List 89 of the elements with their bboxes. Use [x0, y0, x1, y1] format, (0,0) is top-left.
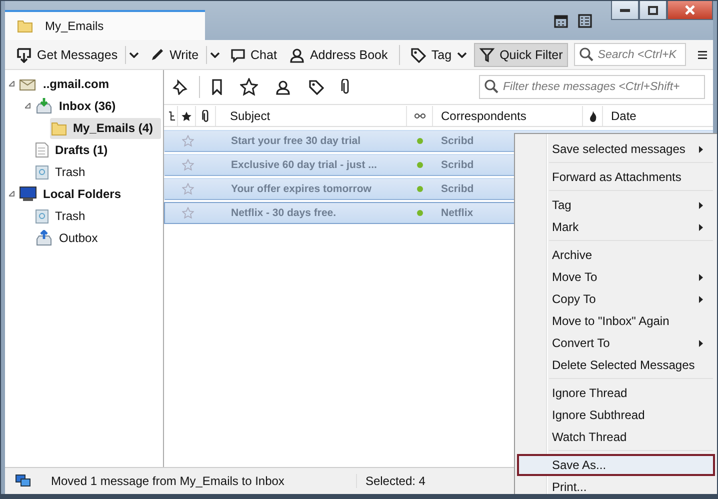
person-icon[interactable] [275, 79, 291, 95]
folder-item[interactable]: Drafts (1) [34, 140, 112, 160]
table-cell-text: Scribd [440, 135, 474, 147]
folder-icon [51, 120, 67, 136]
star-icon[interactable] [182, 183, 194, 195]
maximize-button[interactable] [639, 1, 667, 20]
menu-item[interactable]: Move To [517, 266, 715, 288]
star-icon[interactable] [181, 110, 192, 122]
table-cell-text: Start your free 30 day trial [230, 135, 362, 147]
table-cell-text: Netflix - 30 days free. [230, 207, 338, 219]
menu-item[interactable]: Save As... [517, 454, 715, 476]
minimize-button[interactable] [611, 1, 639, 20]
filter-field[interactable]: Filter these messages <Ctrl+Shift+ [479, 75, 705, 99]
paperclip-icon[interactable] [202, 110, 210, 122]
toolbar-button[interactable]: Address Book [284, 42, 393, 66]
table-cell-text: Your offer expires tomorrow [230, 183, 372, 195]
calendar-icon[interactable] [554, 14, 568, 28]
folder-item[interactable]: Inbox (36) [34, 96, 120, 116]
chat-bubble-icon [230, 46, 246, 62]
menu-item[interactable]: Print... [517, 476, 715, 494]
flame-icon[interactable] [588, 110, 596, 122]
status-dot-icon [417, 186, 423, 192]
folder-item[interactable]: Trash [34, 206, 90, 226]
menu-item[interactable]: Delete Selected Messages [517, 354, 715, 376]
download-icon [16, 46, 32, 62]
star-icon[interactable] [182, 207, 194, 219]
close-button[interactable] [667, 1, 713, 20]
minimize-icon [620, 8, 630, 12]
thread-icon[interactable] [168, 110, 176, 122]
folder-item[interactable]: My_Emails (4) [50, 118, 162, 138]
star-icon[interactable] [240, 78, 258, 96]
table-cell-text: Scribd [440, 159, 474, 171]
column-header[interactable]: Correspondents [433, 106, 583, 126]
folder-item[interactable]: Trash [34, 162, 90, 182]
toolbar-button[interactable]: Get Messages [11, 42, 123, 66]
search-field[interactable]: Search <Ctrl+K [574, 43, 686, 66]
menu-item[interactable]: Copy To [517, 288, 715, 310]
status-message: Moved 1 message from My_Emails to Inbox [51, 474, 284, 488]
inbox-icon [35, 98, 53, 114]
maximize-icon [648, 6, 658, 14]
menu-item[interactable]: Watch Thread [517, 426, 715, 448]
star-icon[interactable] [182, 135, 194, 147]
menu-item[interactable]: Ignore Subthread [517, 404, 715, 426]
quick-filter-button[interactable]: Quick Filter [474, 42, 568, 66]
status-dot-icon [417, 162, 423, 168]
paperclip-icon[interactable] [341, 79, 351, 95]
outbox-icon [35, 230, 53, 246]
tag-icon[interactable] [308, 79, 324, 95]
read-status-icon[interactable] [414, 113, 426, 119]
caret-icon [128, 52, 139, 58]
table-cell-text: Exclusive 60 day trial - just ... [230, 159, 378, 171]
menu-item[interactable]: Move to "Inbox" Again [517, 310, 715, 332]
folder-icon [17, 18, 33, 34]
envelope-icon [19, 77, 37, 91]
toolbar-button[interactable]: Write [144, 42, 204, 66]
folder-item[interactable]: ..gmail.com [18, 74, 114, 94]
menu-icon[interactable] [698, 48, 707, 60]
caret-icon [210, 52, 220, 58]
menu-item[interactable]: Convert To [517, 332, 715, 354]
star-icon[interactable] [182, 159, 194, 171]
selected-count: Selected: 4 [356, 474, 426, 488]
close-icon [684, 5, 696, 15]
network-icon [15, 474, 31, 488]
document-icon [35, 142, 49, 158]
pin-icon[interactable] [172, 79, 188, 95]
filter-icon [478, 46, 495, 62]
twisty-icon[interactable] [9, 81, 15, 87]
folder-item[interactable]: Local Folders [18, 184, 126, 204]
computer-icon [19, 186, 37, 202]
bookmark-icon[interactable] [211, 79, 223, 95]
folder-tab[interactable]: My_Emails [5, 10, 205, 40]
task-list-icon[interactable] [578, 14, 592, 28]
folder-item[interactable]: Outbox [34, 228, 102, 248]
twisty-icon[interactable] [25, 103, 31, 109]
tag-icon [410, 46, 426, 62]
trash-icon [35, 208, 49, 224]
status-dot-icon [417, 210, 423, 216]
table-cell-text: Scribd [440, 183, 474, 195]
person-icon [288, 46, 305, 62]
toolbar-button[interactable]: Chat [224, 42, 282, 66]
trash-icon [35, 164, 49, 180]
toolbar-button[interactable]: Tag [405, 42, 472, 66]
twisty-icon[interactable] [9, 191, 15, 197]
menu-item[interactable]: Ignore Thread [517, 382, 715, 404]
table-cell-text: Netflix [440, 207, 474, 219]
status-dot-icon [417, 138, 423, 144]
menu-item[interactable]: Archive [517, 244, 715, 266]
column-header[interactable]: Subject [216, 106, 407, 126]
column-header[interactable]: Date [603, 106, 713, 126]
